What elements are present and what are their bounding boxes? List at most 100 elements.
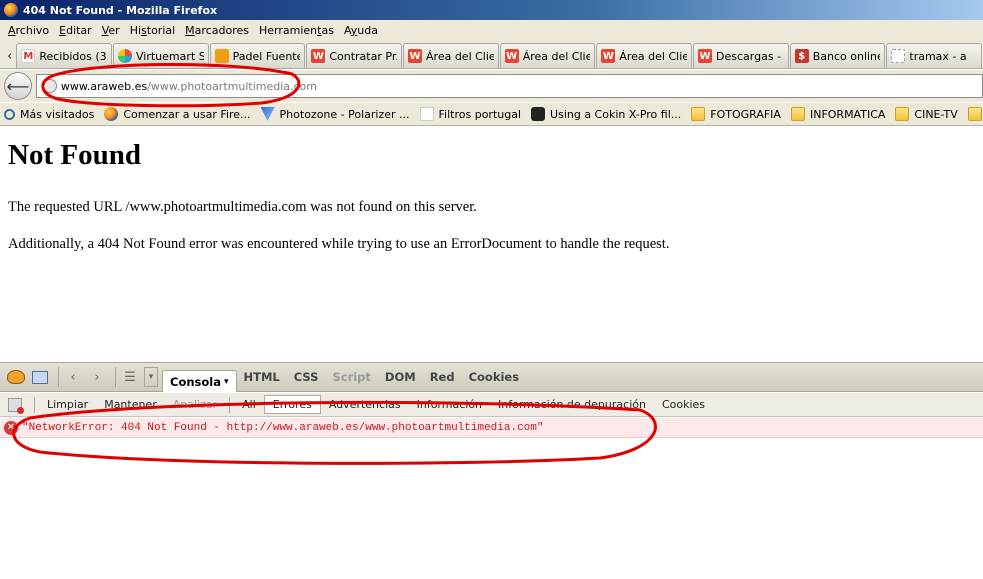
list-icon: ☰ (124, 369, 136, 385)
menu-item[interactable]: Herramientas (254, 24, 339, 37)
tab-label: Área del Clie... (619, 49, 687, 63)
padel-icon (214, 49, 229, 63)
filter-all[interactable]: All (234, 398, 264, 411)
back-button[interactable]: ⟵ (4, 72, 32, 100)
tab-scroll-left-icon[interactable]: ‹ (3, 44, 16, 68)
bookmark-item[interactable]: FOTOGRAFIA (691, 107, 781, 121)
bookmark-label: Filtros portugal (438, 107, 522, 121)
filter-separator (229, 396, 231, 413)
blank-page-icon (891, 49, 906, 63)
persist-button[interactable]: Mantener (96, 398, 165, 411)
navigation-bar: ⟵ www.araweb.es/www.photoartmultimedia.c… (0, 70, 983, 102)
tab-label: Padel Fuente... (232, 49, 301, 63)
log-entry[interactable]: ✕ "NetworkError: 404 Not Found - http://… (0, 418, 983, 438)
bookmark-item[interactable]: Más visitados (4, 108, 94, 121)
filter-cookies[interactable]: Cookies (654, 398, 713, 411)
menu-bar: Archivo Editar Ver Historial Marcadores Herra… (0, 20, 983, 40)
filter-errors[interactable]: Errores (263, 395, 321, 414)
panel-tab[interactable]: CSS (287, 366, 326, 388)
bookmark-label: Más visitados (20, 107, 95, 121)
site-identity-icon[interactable] (42, 79, 57, 93)
browser-tab[interactable]: WÁrea del Clie... (403, 43, 499, 68)
panel-tab[interactable]: HTML (237, 366, 287, 388)
firebug-toolbar: ‹ › ☰ ▾ Consola ▾ HTML CSS Script DOM Red Cooki… (0, 362, 983, 392)
firebug-menu-button[interactable] (6, 367, 26, 387)
bookmark-item[interactable]: Filtros portugal (419, 107, 522, 121)
url-domain: www.araweb.es (60, 79, 148, 93)
panel-tab[interactable]: Red (423, 366, 462, 388)
browser-tab[interactable]: Padel Fuente... (209, 43, 306, 68)
error-detail: Additionally, a 404 Not Found error was … (8, 236, 670, 252)
bookmark-item[interactable]: Comenzar a usar Fire... (104, 107, 251, 121)
browser-tab[interactable]: tramax - a (886, 43, 983, 68)
inspect-button[interactable] (30, 367, 50, 387)
browser-tab[interactable]: MRecibidos (38... (16, 43, 112, 68)
bookmark-item[interactable]: MUSICA (967, 107, 983, 121)
panel-tab[interactable]: Cookies (462, 366, 526, 388)
browser-tab[interactable]: WÁrea del Clie... (499, 43, 596, 68)
error-icon: ✕ (4, 420, 18, 435)
bookmark-label: FOTOGRAFIA (710, 107, 781, 121)
menu-item[interactable]: Editar (54, 24, 97, 37)
error-message: The requested URL /www.photoartmultimedi… (8, 199, 477, 215)
browser-tab[interactable]: WÁrea del Clie... (596, 43, 693, 68)
bookmark-item[interactable]: Using a Cokin X-Pro fil... (531, 107, 681, 121)
panel-tab[interactable]: DOM (378, 366, 423, 388)
next-button[interactable]: › (87, 367, 107, 387)
virtuemart-icon (118, 49, 132, 63)
toolbar-separator (115, 367, 116, 387)
folder-icon (691, 107, 706, 121)
tab-bar: ‹ MRecibidos (38... Virtuemart S... Padel … (0, 40, 983, 69)
clear-button[interactable]: Limpiar (39, 398, 96, 411)
w-icon: W (408, 49, 423, 63)
previous-button[interactable]: ‹ (63, 367, 83, 387)
chevron-left-icon: ‹ (70, 369, 76, 385)
tab-label: Recibidos (38... (39, 49, 107, 63)
bookmark-label: Photozone - Polarizer ... (279, 107, 410, 121)
panel-dropdown-button[interactable]: ▾ (144, 367, 158, 387)
window-title: 404 Not Found - Mozilla Firefox (23, 3, 218, 17)
filter-debug[interactable]: Información de depuración (490, 398, 654, 411)
bank-icon: $ (794, 49, 809, 63)
url-path: /www.photoartmultimedia.com (147, 79, 318, 93)
bookmark-label: CINE-TV (914, 107, 958, 121)
filter-warnings[interactable]: Advertencias (321, 398, 409, 411)
filter-separator (34, 396, 35, 413)
firefox-icon (4, 3, 18, 17)
chevron-down-icon[interactable]: ▾ (224, 377, 229, 387)
filter-info[interactable]: Información (409, 398, 490, 411)
console-log: ✕ "NetworkError: 404 Not Found - http://… (0, 418, 983, 579)
photozone-icon (260, 107, 275, 121)
panel-list-button[interactable]: ☰ (120, 367, 140, 387)
menu-item[interactable]: Ver (97, 24, 125, 37)
bookmark-item[interactable]: INFORMATICA (790, 107, 886, 121)
folder-icon (967, 107, 982, 121)
browser-tab[interactable]: $Banco online ... (789, 43, 886, 68)
toolbar-separator (58, 367, 59, 387)
browser-tab[interactable]: Virtuemart S... (113, 43, 209, 68)
log-message: "NetworkError: 404 Not Found - http://ww… (22, 421, 544, 434)
window-title-bar: 404 Not Found - Mozilla Firefox (0, 0, 983, 20)
browser-tab[interactable]: WContratar Pr... (306, 43, 403, 68)
menu-item[interactable]: Archivo (3, 24, 54, 37)
bookmark-item[interactable]: Photozone - Polarizer ... (260, 107, 410, 121)
browser-tab[interactable]: WDescargas - ... (693, 43, 789, 68)
profile-button[interactable]: Analizar (165, 398, 225, 411)
search-icon (4, 108, 15, 120)
menu-item[interactable]: Marcadores (180, 24, 254, 37)
bookmark-label: INFORMATICA (809, 107, 886, 121)
panel-tab[interactable]: Consola ▾ (162, 370, 237, 392)
w-icon: W (601, 49, 616, 63)
w-icon: W (504, 49, 519, 63)
panel-tab[interactable]: Script (325, 366, 377, 388)
bookmark-label: Using a Cokin X-Pro fil... (550, 107, 682, 121)
menu-item[interactable]: Historial (125, 24, 180, 37)
menu-item[interactable]: Ayuda (339, 24, 383, 37)
inspect-icon (32, 370, 48, 384)
firefox-icon (104, 107, 119, 121)
w-icon: W (311, 49, 326, 63)
bookmark-item[interactable]: CINE-TV (895, 107, 958, 121)
camera-icon (531, 107, 546, 121)
clear-console-icon[interactable] (8, 397, 24, 414)
url-bar[interactable]: www.araweb.es/www.photoartmultimedia.com (35, 74, 983, 98)
